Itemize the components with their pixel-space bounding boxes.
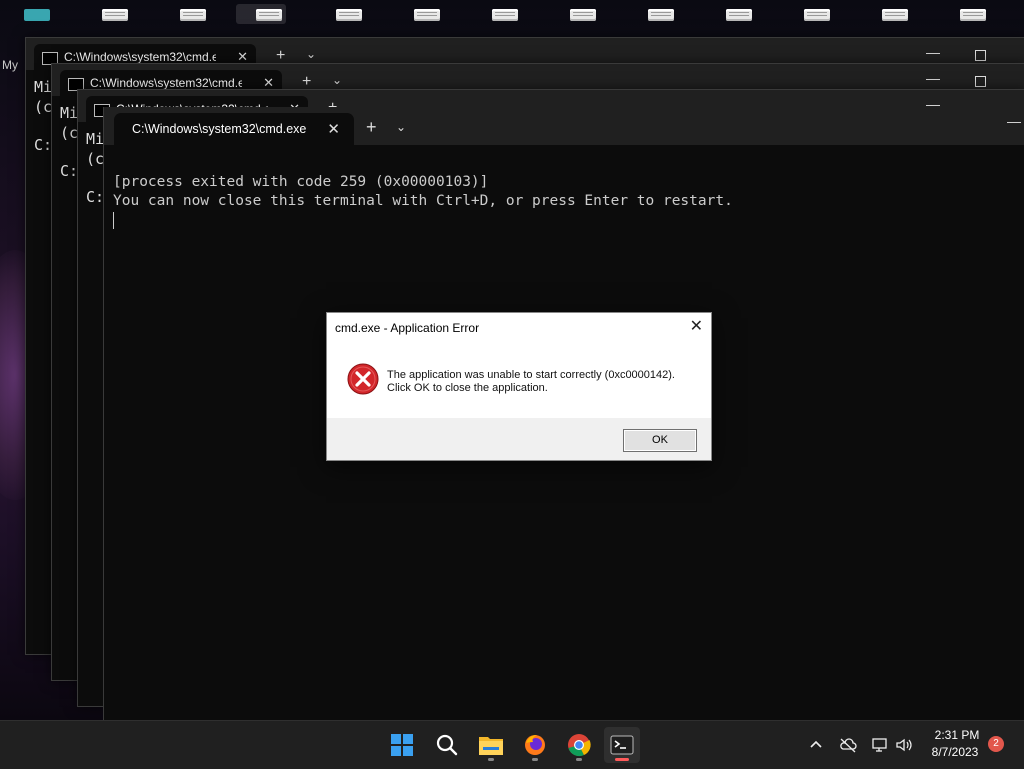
chevron-up-icon[interactable] [806, 735, 826, 755]
volume-icon[interactable] [894, 735, 914, 755]
running-indicator [615, 758, 629, 761]
search-button[interactable] [429, 727, 465, 763]
text-cursor [113, 212, 114, 229]
network-icon[interactable] [870, 735, 890, 755]
terminal-text: Mi [60, 104, 79, 122]
close-tab-icon[interactable]: ✕ [327, 120, 340, 138]
dialog-title: cmd.exe - Application Error [335, 321, 480, 335]
application-error-dialog[interactable]: cmd.exe - Application Error ✕ The applic… [326, 312, 712, 461]
running-indicator [532, 758, 538, 761]
minimize-button[interactable]: — [926, 44, 940, 60]
firefox-button[interactable] [517, 727, 553, 763]
terminal-button[interactable] [604, 727, 640, 763]
tab-title: C:\Windows\system32\cmd.exe [132, 122, 307, 136]
file-icon[interactable] [644, 4, 678, 24]
file-icon[interactable] [566, 4, 600, 24]
file-icon[interactable] [722, 4, 756, 24]
file-icon[interactable] [176, 4, 210, 24]
taskbar [0, 720, 1024, 769]
file-icon[interactable] [956, 4, 990, 24]
file-icon[interactable] [98, 4, 132, 24]
running-indicator [576, 758, 582, 761]
running-indicator [488, 758, 494, 761]
clock-date[interactable]: 8/7/2023 [926, 745, 984, 759]
notification-badge[interactable]: 2 [988, 736, 1004, 752]
desktop-label: My [2, 58, 18, 72]
terminal-tab-active[interactable]: C:\Windows\system32\cmd.exe ✕ [114, 113, 354, 145]
file-explorer-button[interactable] [473, 727, 509, 763]
dialog-footer: OK [327, 418, 711, 460]
start-button[interactable] [384, 727, 420, 763]
terminal-text: C: [34, 136, 53, 154]
file-icon[interactable] [800, 4, 834, 24]
terminal-text: C: [60, 162, 79, 180]
terminal-text: (c [34, 98, 53, 116]
maximize-button[interactable] [975, 76, 986, 87]
clock-time[interactable]: 2:31 PM [932, 728, 982, 742]
search-icon [436, 734, 458, 756]
desktop-icon-row [0, 0, 1024, 28]
start-icon [391, 734, 413, 756]
chevron-down-icon[interactable]: ⌄ [396, 120, 406, 134]
ok-button[interactable]: OK [623, 429, 697, 452]
minimize-button[interactable]: — [1007, 113, 1021, 129]
file-icon[interactable] [20, 4, 54, 24]
chrome-button[interactable] [561, 727, 597, 763]
file-icon[interactable] [236, 4, 286, 24]
terminal-text: Mi [86, 130, 105, 148]
error-message: Click OK to close the application. [387, 382, 548, 394]
tab-title: C:\Windows\system32\cmd.exe [90, 76, 242, 90]
file-icon[interactable] [878, 4, 912, 24]
error-message: The application was unable to start corr… [387, 369, 675, 381]
terminal-text: Mi [34, 78, 53, 96]
file-icon[interactable] [410, 4, 444, 24]
file-icon[interactable] [488, 4, 522, 24]
terminal-output[interactable]: [process exited with code 259 (0x0000010… [113, 173, 733, 211]
terminal-text: C: [86, 188, 105, 206]
terminal-line: [process exited with code 259 (0x0000010… [113, 174, 489, 190]
error-icon [347, 363, 379, 395]
chevron-down-icon[interactable]: ⌄ [306, 47, 316, 61]
tab-title: C:\Windows\system32\cmd.exe [64, 50, 216, 64]
terminal-text: (c [60, 124, 79, 142]
maximize-button[interactable] [975, 50, 986, 61]
close-icon[interactable]: ✕ [690, 316, 703, 336]
chevron-down-icon[interactable]: ⌄ [332, 73, 342, 87]
file-icon[interactable] [332, 4, 366, 24]
minimize-button[interactable]: — [926, 70, 940, 86]
terminal-line: You can now close this terminal with Ctr… [113, 193, 733, 209]
tab-bar: C:\Windows\system32\cmd.exe ✕ + ⌄ — [104, 107, 1024, 145]
terminal-text: (c [86, 150, 105, 168]
cloud-offline-icon[interactable] [838, 735, 858, 755]
new-tab-button[interactable]: + [366, 117, 377, 138]
